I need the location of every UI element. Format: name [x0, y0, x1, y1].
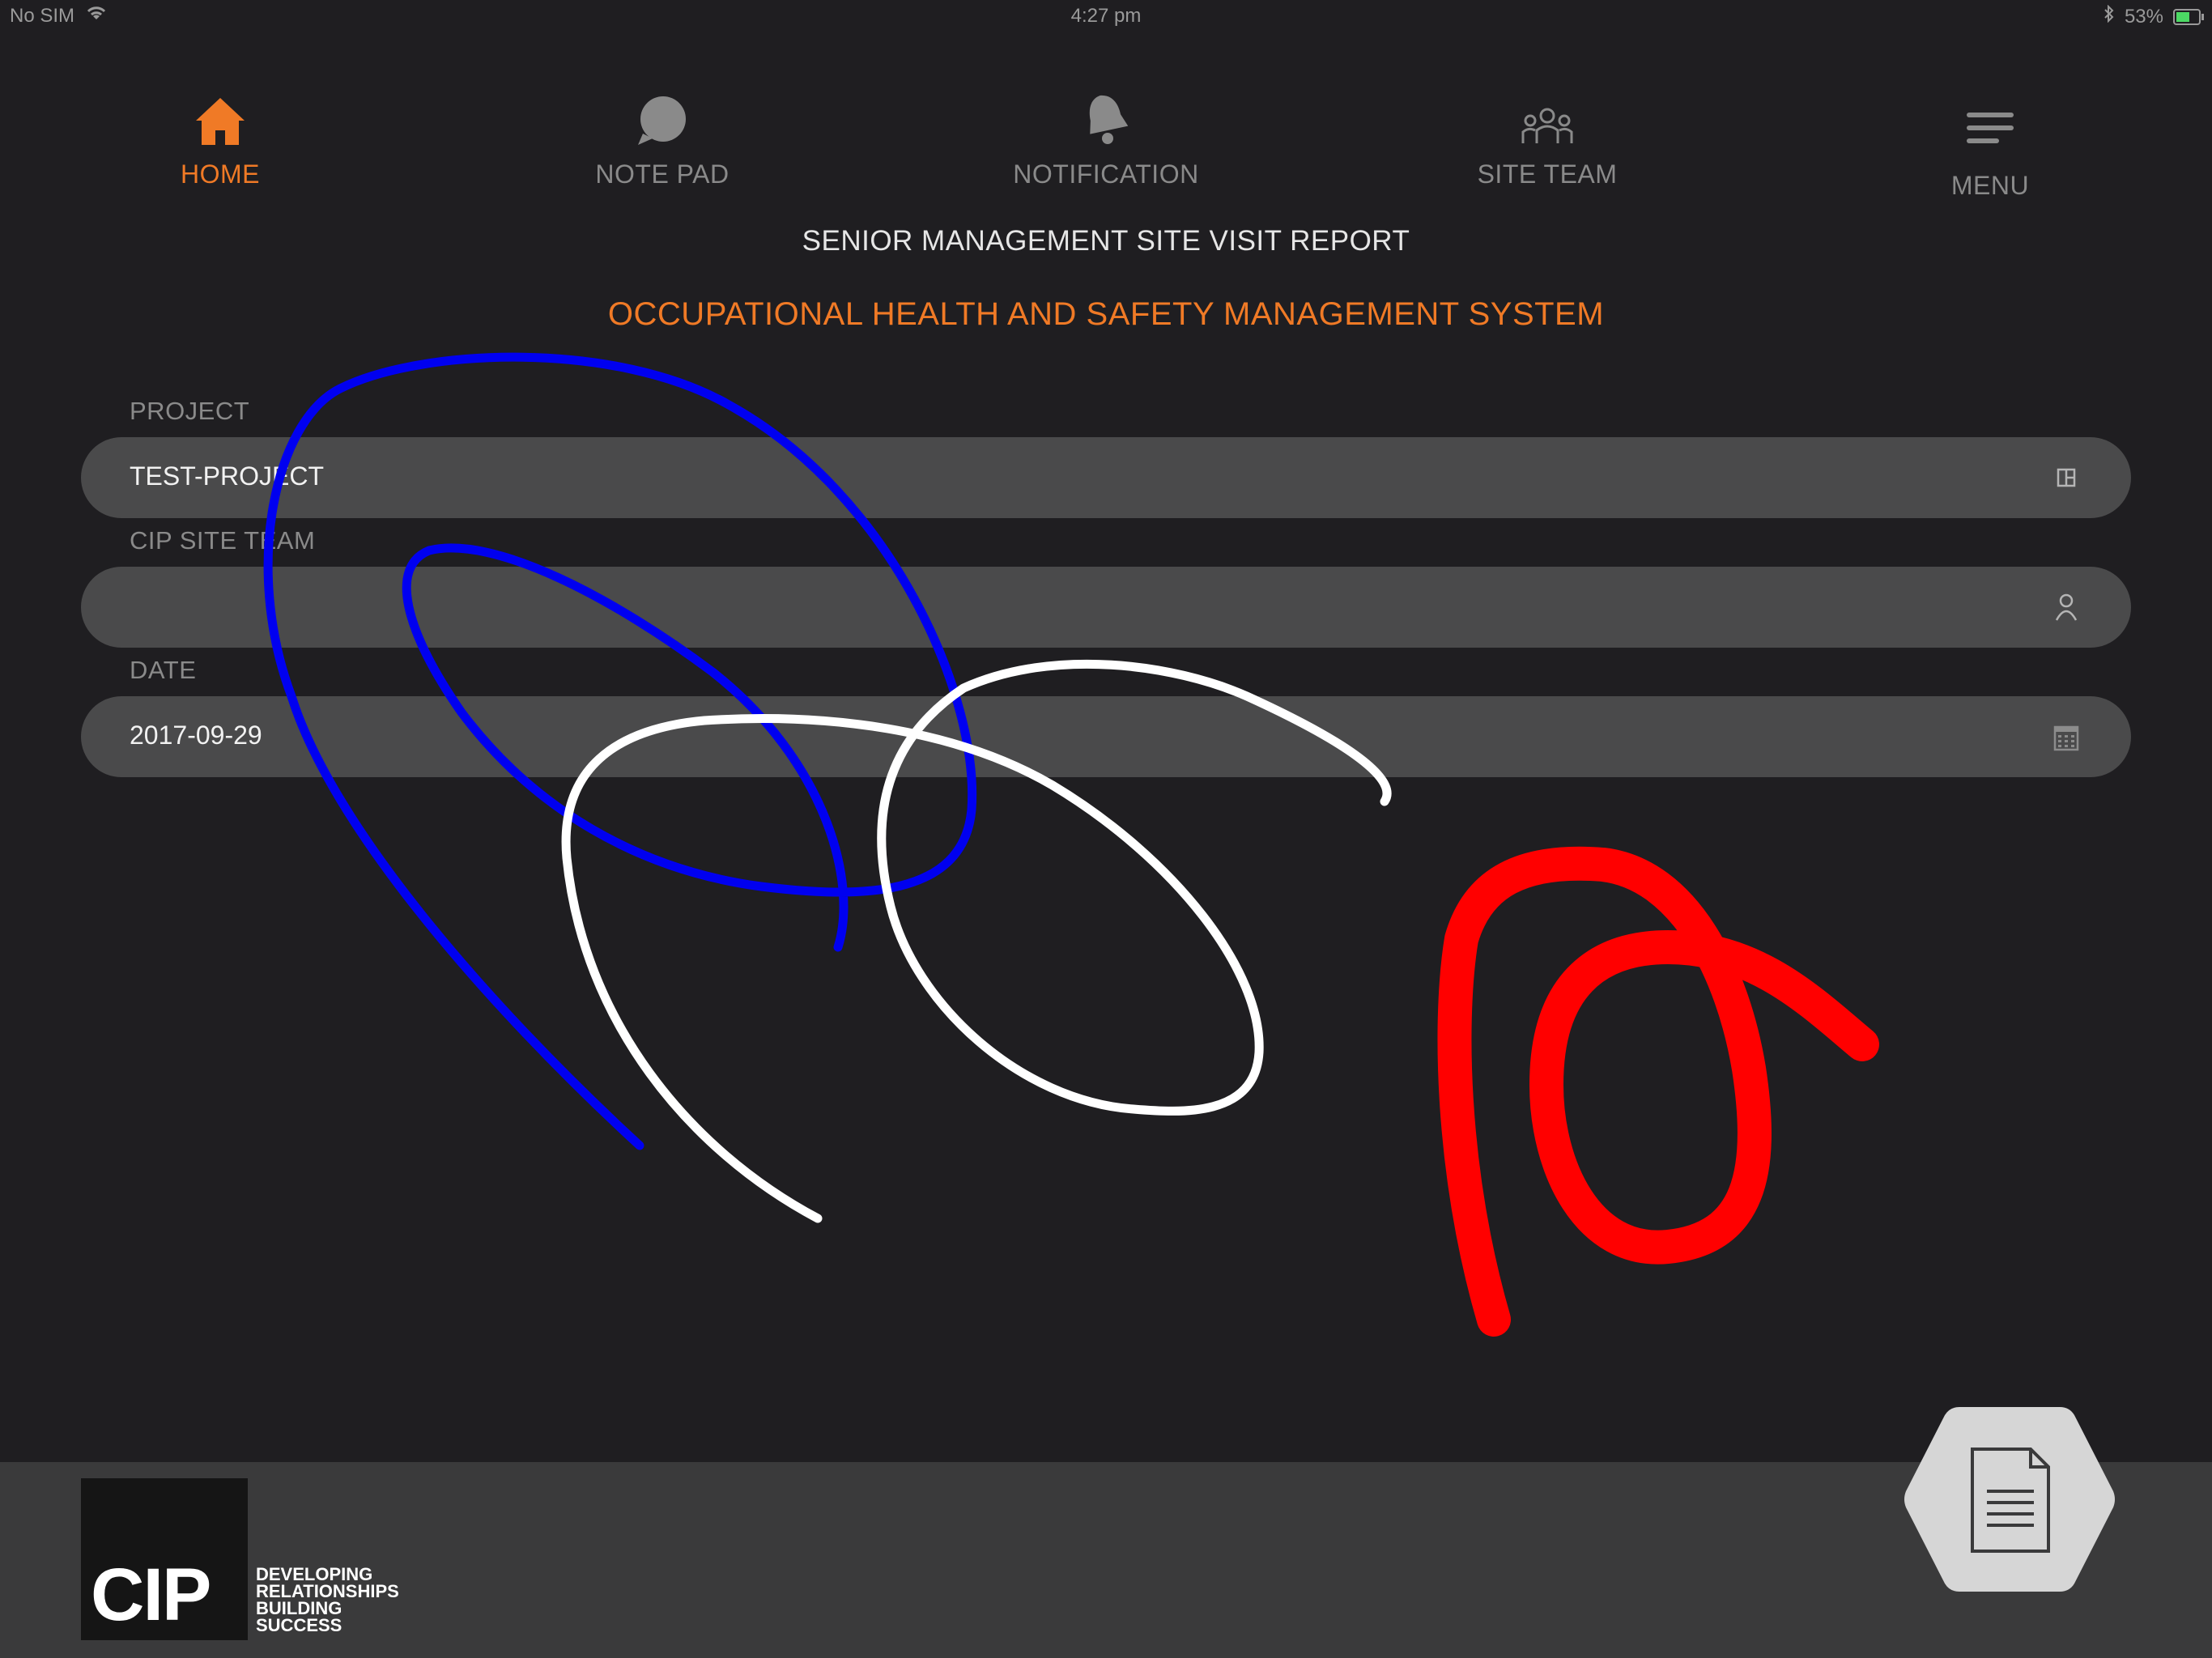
- person-icon[interactable]: [2050, 591, 2082, 623]
- nav-notification[interactable]: NOTIFICATION: [985, 77, 1227, 189]
- clock: 4:27 pm: [1070, 5, 1142, 27]
- date-value: 2017-09-29: [130, 721, 262, 750]
- tagline-line: BUILDING: [256, 1598, 342, 1618]
- battery-level: [2176, 11, 2189, 22]
- battery-icon: [2173, 8, 2204, 25]
- home-icon: [196, 98, 245, 145]
- note-pad-icon: [638, 96, 686, 145]
- site-team-label: CIP SITE TEAM: [130, 526, 316, 555]
- hamburger-menu-icon: [1967, 113, 2014, 143]
- status-bar: No SIM 4:27 pm 53%: [0, 0, 2212, 32]
- list-picker-icon[interactable]: [2050, 461, 2082, 494]
- date-label: DATE: [130, 656, 197, 684]
- nav-note-pad[interactable]: NOTE PAD: [541, 77, 784, 189]
- nav-menu-label: MENU: [1950, 171, 2030, 200]
- tagline-line: DEVELOPING: [256, 1564, 373, 1584]
- tagline-line: SUCCESS: [256, 1615, 342, 1635]
- nav-note-pad-label: NOTE PAD: [595, 159, 730, 189]
- red-scribble: [1437, 846, 1879, 1337]
- nav-site-team-label: SITE TEAM: [1477, 159, 1618, 189]
- tagline-line: RELATIONSHIPS: [256, 1581, 399, 1601]
- top-nav: HOME NOTE PAD NOTIFICATION SITE TEAM MEN…: [0, 77, 2212, 200]
- page-subtitle: OCCUPATIONAL HEALTH AND SAFETY MANAGEMEN…: [607, 296, 1605, 332]
- bell-icon: [1089, 95, 1129, 144]
- project-value: TEST-PROJECT: [130, 461, 325, 491]
- nav-home-label: HOME: [181, 159, 260, 189]
- site-team-field[interactable]: [81, 567, 2131, 648]
- cip-logo-text: CIP: [91, 1554, 211, 1636]
- nav-site-team[interactable]: SITE TEAM: [1426, 77, 1669, 189]
- project-field[interactable]: TEST-PROJECT: [81, 437, 2131, 518]
- date-field[interactable]: 2017-09-29: [81, 696, 2131, 777]
- bluetooth-icon: [2104, 4, 2115, 28]
- nav-notification-label: NOTIFICATION: [1013, 159, 1199, 189]
- nav-home[interactable]: HOME: [99, 77, 342, 189]
- cip-tagline: DEVELOPING RELATIONSHIPS BUILDING SUCCES…: [256, 1564, 399, 1635]
- team-icon: [1521, 108, 1573, 143]
- page-title: SENIOR MANAGEMENT SITE VISIT REPORT: [802, 225, 1410, 257]
- report-button[interactable]: [1903, 1404, 2116, 1595]
- project-label: PROJECT: [130, 397, 250, 425]
- nav-menu[interactable]: MENU: [1869, 77, 2112, 201]
- battery-percent: 53%: [2124, 5, 2163, 28]
- calendar-icon[interactable]: [2050, 721, 2082, 753]
